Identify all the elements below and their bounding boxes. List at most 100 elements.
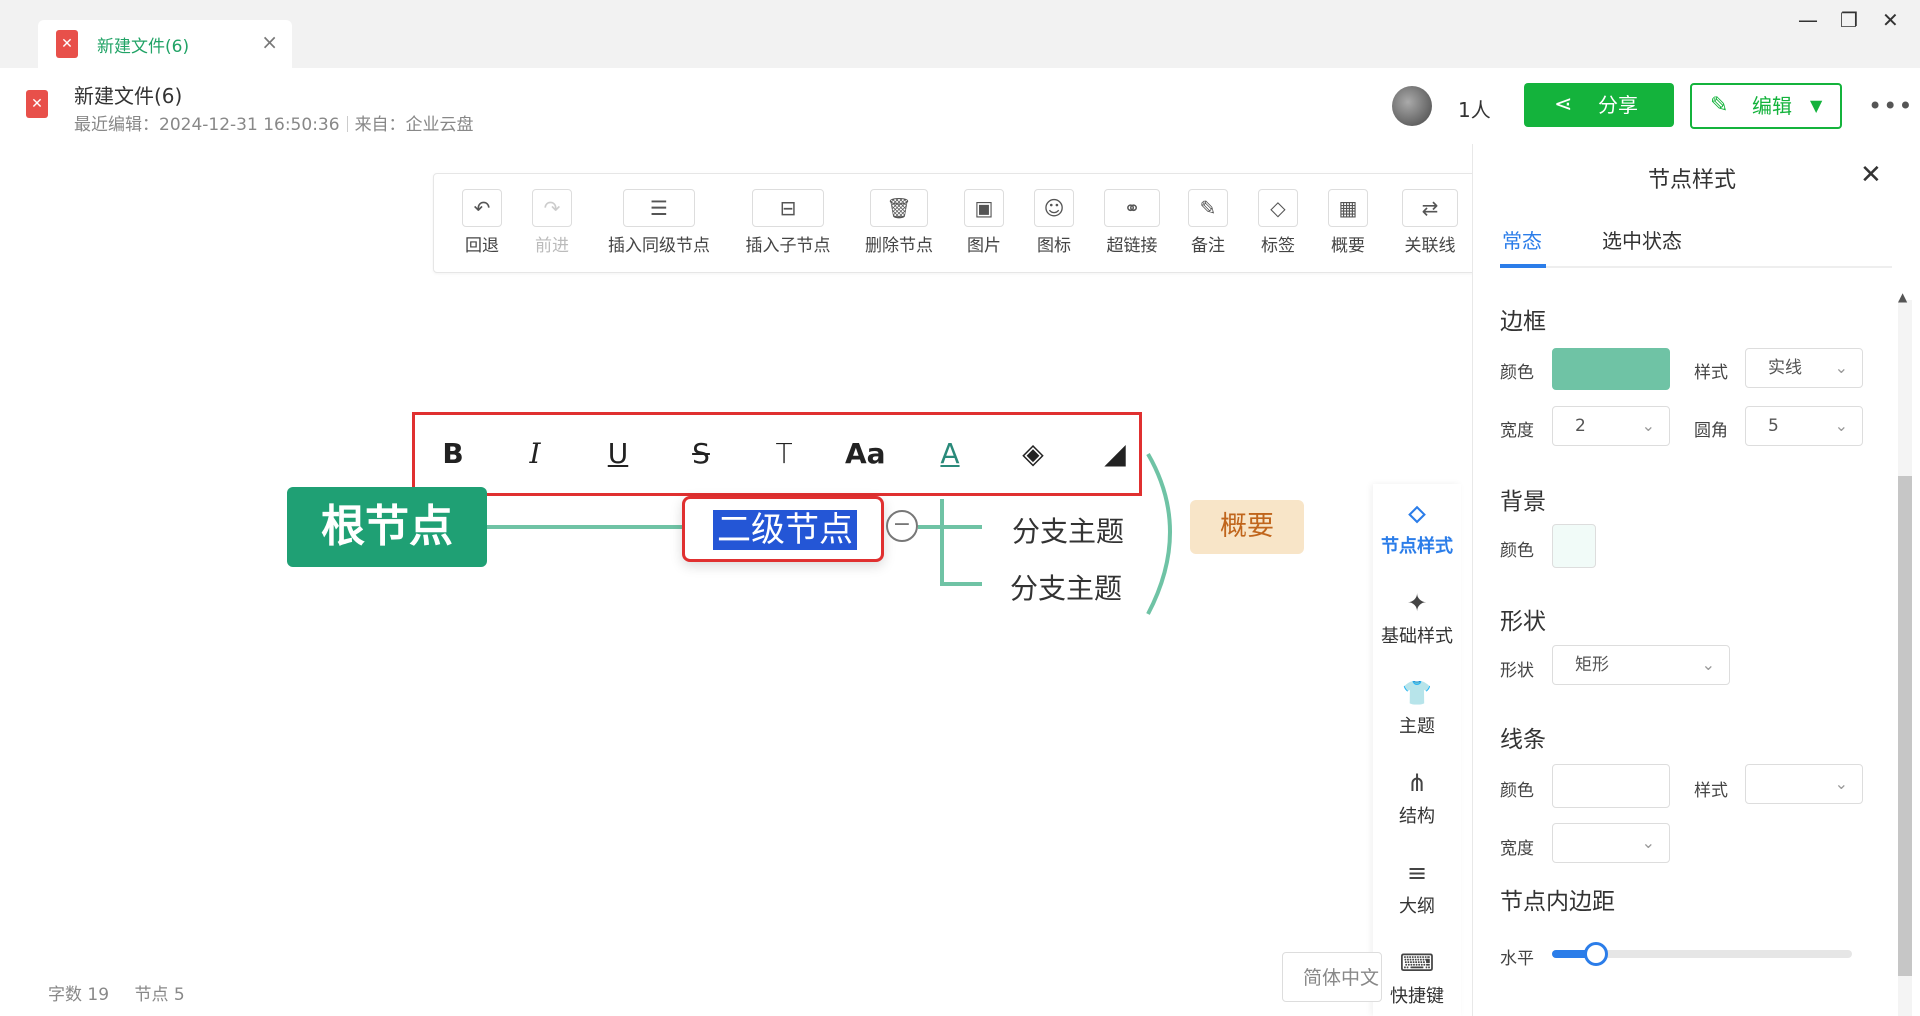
trash-icon: 🗑 [870, 189, 928, 227]
chevron-down-icon[interactable]: ▼ [1810, 85, 1822, 127]
tab-title: 新建文件(6) [97, 37, 190, 57]
panel-close-icon[interactable]: ✕ [1860, 160, 1882, 190]
font-size-button[interactable]: Aa [845, 437, 886, 470]
insert-child-icon: ⊟ [752, 189, 824, 227]
note-button[interactable]: ✎ 备注 [1188, 189, 1228, 256]
shape-heading: 形状 [1500, 609, 1546, 635]
connector-lines [487, 452, 1172, 615]
root-node[interactable]: 根节点 [287, 487, 487, 567]
horizontal-padding-label: 水平 [1500, 949, 1534, 969]
background-color-label: 颜色 [1500, 541, 1534, 561]
shirt-icon: 👕 [1402, 679, 1432, 707]
language-selector[interactable]: 简体中文 [1282, 952, 1382, 1002]
border-radius-select[interactable]: 5 ⌄ [1745, 406, 1863, 446]
side-item-shortcuts[interactable]: ⌨ 快捷键 [1373, 948, 1461, 1008]
text-style-button[interactable]: T [764, 437, 804, 470]
scroll-up-icon[interactable]: ▲ [1898, 290, 1907, 304]
structure-icon: ⋔ [1406, 769, 1428, 797]
last-edit-time: 最近编辑：2024-12-31 16:50:36 [74, 115, 340, 135]
tab-selected-state[interactable]: 选中状态 [1602, 225, 1682, 254]
redo-button[interactable]: ↷ 前进 [532, 189, 572, 256]
slider-handle[interactable] [1584, 942, 1608, 966]
delete-node-button[interactable]: 🗑 删除节点 [862, 189, 936, 256]
italic-button[interactable]: I [515, 437, 555, 470]
chevron-down-icon: ⌄ [1641, 416, 1655, 435]
hyperlink-button[interactable]: ⚭ 超链接 [1104, 189, 1160, 256]
line-color-swatch[interactable] [1552, 764, 1670, 808]
tab-file[interactable]: ✕ 新建文件(6) × [38, 20, 292, 68]
undo-button[interactable]: ↶ 回退 [462, 189, 502, 256]
document-meta: 最近编辑：2024-12-31 16:50:36 来自：企业云盘 [74, 110, 474, 135]
tab-normal-state[interactable]: 常态 [1502, 225, 1542, 254]
tab-indicator [1500, 264, 1546, 268]
word-count: 字数 19 [48, 985, 110, 1005]
line-width-select[interactable]: ⌄ [1552, 823, 1670, 863]
tag-button[interactable]: ◇ 标签 [1258, 189, 1298, 256]
bold-button[interactable]: B [433, 437, 473, 470]
border-width-label: 宽度 [1500, 421, 1534, 441]
chevron-down-icon: ⌄ [1834, 358, 1848, 377]
line-heading: 线条 [1500, 727, 1546, 753]
restore-icon[interactable]: ❐ [1840, 8, 1858, 32]
border-style-select[interactable]: 实线 ⌄ [1745, 348, 1863, 388]
collapse-icon[interactable]: − [886, 510, 918, 542]
chevron-down-icon: ⌄ [1641, 833, 1655, 852]
more-icon[interactable]: ••• [1868, 92, 1913, 120]
avatar[interactable] [1392, 86, 1432, 126]
side-panel-nav: ⬦ 节点样式 ✦ 基础样式 👕 主题 ⋔ 结构 ≡ 大纲 ⌨ 快捷键 [1373, 484, 1461, 1016]
mindmap-canvas[interactable] [0, 144, 1472, 1016]
status-bar: 字数 19 节点 5 [48, 980, 185, 1005]
panel-title: 节点样式 [1648, 168, 1737, 193]
outline-icon: ≡ [1406, 859, 1428, 887]
minimize-icon[interactable]: — [1798, 8, 1818, 32]
edit-button[interactable]: ✎ 编辑 ▼ [1690, 83, 1842, 129]
strikethrough-button[interactable]: S [681, 437, 721, 470]
branch-topic-2[interactable]: 分支主题 [1010, 567, 1122, 607]
image-button[interactable]: ▣ 图片 [964, 189, 1004, 256]
people-count[interactable]: 1人 [1458, 94, 1491, 123]
share-icon: ⋖ [1554, 92, 1573, 117]
level2-node[interactable]: 二级节点 [682, 496, 884, 562]
side-item-outline[interactable]: ≡ 大纲 [1373, 858, 1461, 918]
line-style-select[interactable]: ⌄ [1745, 764, 1863, 804]
border-radius-label: 圆角 [1694, 421, 1728, 441]
insert-sibling-button[interactable]: ☰ 插入同级节点 [604, 189, 714, 256]
shape-select[interactable]: 矩形 ⌄ [1552, 645, 1730, 685]
redo-icon: ↷ [532, 189, 572, 227]
line-color-label: 颜色 [1500, 781, 1534, 801]
image-icon: ▣ [964, 189, 1004, 227]
magic-wand-icon: ✦ [1406, 589, 1428, 617]
summary-button[interactable]: ▦ 概要 [1328, 189, 1368, 256]
scrollbar-thumb[interactable] [1898, 476, 1912, 976]
tab-close-icon[interactable]: × [261, 30, 278, 54]
line-style-label: 样式 [1694, 781, 1728, 801]
window-close-icon[interactable]: ✕ [1882, 8, 1899, 32]
padding-heading: 节点内边距 [1500, 889, 1615, 915]
summary-node[interactable]: 概要 [1190, 500, 1304, 554]
side-item-basic-style[interactable]: ✦ 基础样式 [1373, 588, 1461, 648]
fill-color-icon[interactable]: ◈ [1013, 437, 1053, 470]
level2-node-text[interactable]: 二级节点 [713, 510, 857, 550]
node-style-icon: ⬦ [1408, 499, 1426, 527]
side-item-structure[interactable]: ⋔ 结构 [1373, 768, 1461, 828]
border-color-swatch[interactable] [1552, 348, 1670, 390]
side-item-theme[interactable]: 👕 主题 [1373, 678, 1461, 738]
border-width-select[interactable]: 2 ⌄ [1552, 406, 1670, 446]
line-width-label: 宽度 [1500, 839, 1534, 859]
share-label: 分享 [1598, 93, 1638, 117]
icon-button[interactable]: ☺ 图标 [1034, 189, 1074, 256]
shape-label: 形状 [1500, 661, 1534, 681]
background-heading: 背景 [1500, 489, 1546, 515]
relation-line-button[interactable]: ⇄ 关联线 [1402, 189, 1458, 256]
font-color-button[interactable]: A [930, 437, 970, 470]
summary-icon: ▦ [1328, 189, 1368, 227]
side-item-node-style[interactable]: ⬦ 节点样式 [1373, 498, 1461, 558]
underline-button[interactable]: U [598, 437, 638, 470]
insert-child-button[interactable]: ⊟ 插入子节点 [742, 189, 834, 256]
eraser-icon[interactable]: ◢ [1095, 437, 1135, 470]
document-name: 新建文件(6) [74, 84, 183, 108]
share-button[interactable]: ⋖ 分享 [1524, 83, 1674, 127]
background-color-swatch[interactable] [1552, 524, 1596, 568]
branch-topic-1[interactable]: 分支主题 [1012, 510, 1124, 550]
chevron-down-icon: ⌄ [1701, 655, 1715, 674]
